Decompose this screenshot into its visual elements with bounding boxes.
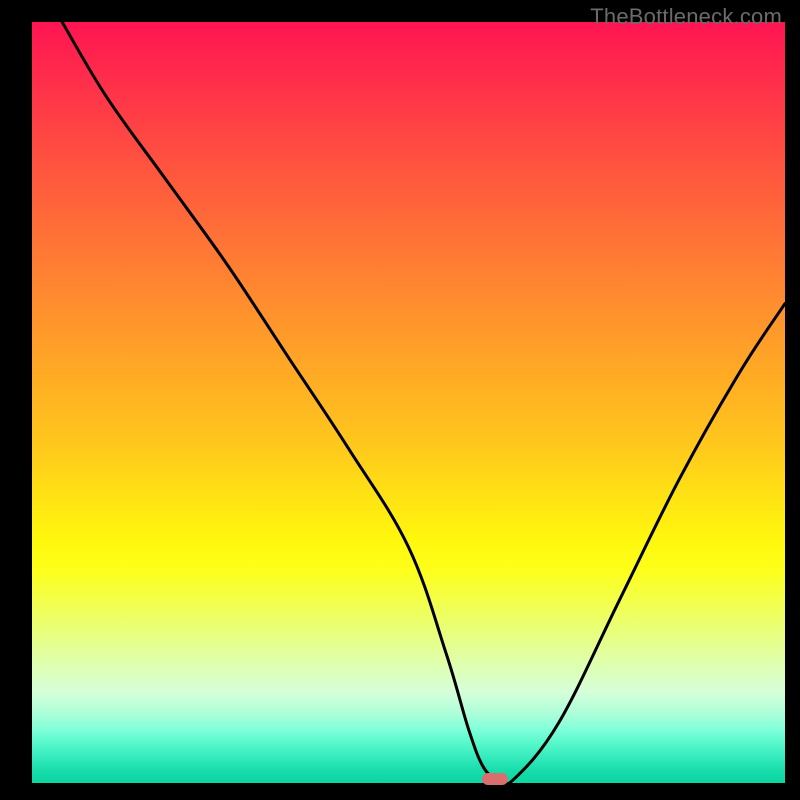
plot-area — [32, 22, 785, 783]
chart-frame: TheBottleneck.com — [0, 0, 800, 800]
bottleneck-curve — [32, 22, 785, 783]
optimal-point-marker — [482, 773, 508, 785]
watermark-text: TheBottleneck.com — [590, 4, 782, 30]
